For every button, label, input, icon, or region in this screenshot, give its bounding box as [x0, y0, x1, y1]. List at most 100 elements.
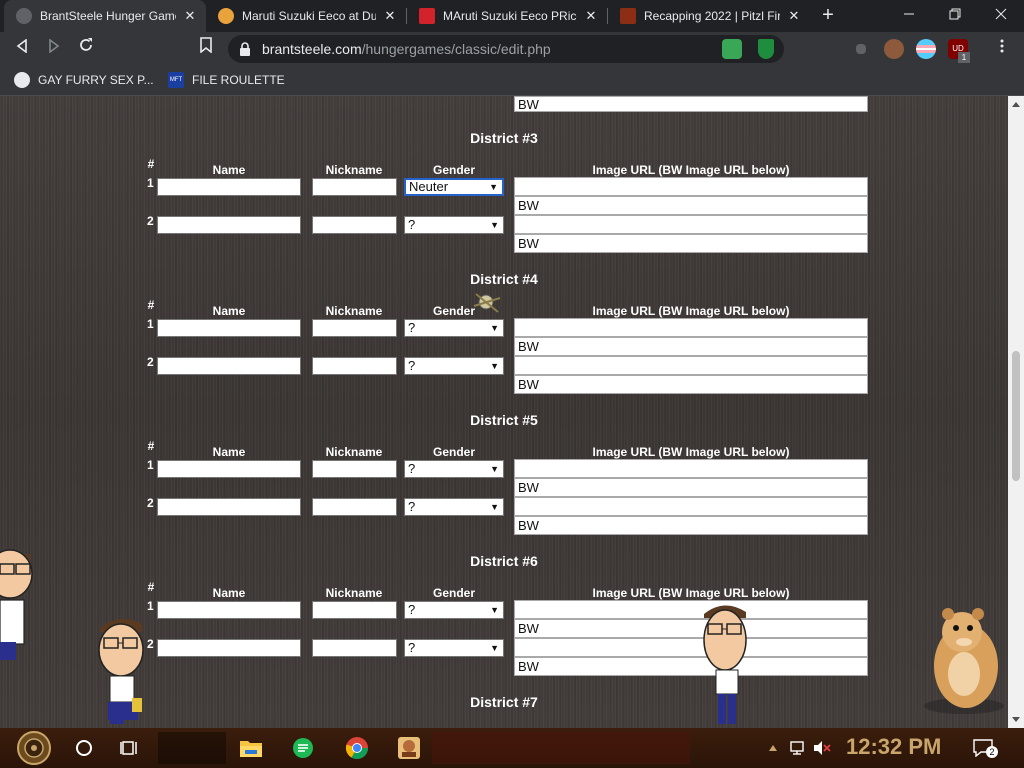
- cartoon-man-left-edge: [0, 549, 33, 660]
- close-window-button[interactable]: [978, 0, 1024, 32]
- tribute-gender-select[interactable]: ? ▼: [404, 639, 504, 657]
- image-url-input[interactable]: [514, 638, 868, 657]
- image-url-input[interactable]: [514, 356, 868, 375]
- column-header-image-url: Image URL (BW Image URL below): [592, 445, 790, 459]
- scrollbar-thumb[interactable]: [1012, 351, 1020, 481]
- image-url-bw-input[interactable]: [514, 96, 868, 112]
- profile-avatar[interactable]: [884, 39, 904, 59]
- address-bar[interactable]: brantsteele.com/hungergames/classic/edit…: [228, 35, 784, 63]
- close-tab-icon[interactable]: ✕: [786, 8, 802, 24]
- scroll-up-arrow-icon[interactable]: [1012, 102, 1020, 107]
- tribute-name-input[interactable]: [157, 639, 301, 657]
- gender-value: ?: [408, 461, 416, 476]
- extension-icon[interactable]: [856, 44, 866, 54]
- image-url-bw-input[interactable]: [514, 337, 868, 356]
- tab-maruti-price[interactable]: MAruti Suzuki Eeco PRice ✕: [407, 0, 607, 32]
- tribute-number: 1: [147, 599, 154, 613]
- tribute-name-input[interactable]: [157, 601, 301, 619]
- reload-button[interactable]: [74, 37, 98, 61]
- tribute-nickname-input[interactable]: [312, 178, 397, 196]
- tribute-gender-select[interactable]: ? ▼: [404, 498, 504, 516]
- start-button[interactable]: [12, 730, 56, 766]
- column-header-gender: Gender: [432, 163, 475, 177]
- image-url-input[interactable]: [514, 600, 868, 619]
- bookmark-gay-furry[interactable]: GAY FURRY SEX P...: [14, 72, 154, 88]
- taskbar-search-area[interactable]: [158, 732, 226, 764]
- tribute-gender-select[interactable]: ? ▼: [404, 460, 504, 478]
- forward-button[interactable]: [42, 37, 66, 61]
- tribute-nickname-input[interactable]: [312, 460, 397, 478]
- tribute-nickname-input[interactable]: [312, 216, 397, 234]
- cartoon-spider-icon: [473, 293, 501, 313]
- file-explorer-taskbar-icon[interactable]: [236, 734, 266, 762]
- bookmark-label: FILE ROULETTE: [192, 73, 285, 87]
- column-header-image-url: Image URL (BW Image URL below): [592, 163, 790, 177]
- tribute-nickname-input[interactable]: [312, 498, 397, 516]
- image-url-bw-input[interactable]: [514, 657, 868, 676]
- volume-tray-icon[interactable]: [812, 734, 832, 762]
- search-button[interactable]: [70, 734, 98, 762]
- tab-strip: BrantSteele Hunger Games ✕ Maruti Suzuki…: [0, 0, 1024, 32]
- task-view-button[interactable]: [116, 734, 144, 762]
- tab-brantsteele[interactable]: BrantSteele Hunger Games ✕: [4, 0, 206, 32]
- image-url-bw-input[interactable]: [514, 619, 868, 638]
- tribute-gender-select[interactable]: Neuter ▼: [404, 178, 504, 196]
- tab-title: Maruti Suzuki Eeco at Du: [242, 9, 376, 23]
- sheets-taskbar-icon[interactable]: [288, 734, 318, 762]
- tribute-nickname-input[interactable]: [312, 639, 397, 657]
- image-url-input[interactable]: [514, 318, 868, 337]
- tribute-name-input[interactable]: [157, 460, 301, 478]
- app-taskbar-icon[interactable]: [394, 734, 424, 762]
- image-url-bw-input[interactable]: [514, 375, 868, 394]
- taskbar-decoration: [432, 732, 690, 764]
- show-hidden-icons-button[interactable]: [766, 734, 780, 762]
- tribute-gender-select[interactable]: ? ▼: [404, 601, 504, 619]
- close-tab-icon[interactable]: ✕: [583, 8, 599, 24]
- new-tab-button[interactable]: +: [816, 4, 840, 28]
- minimize-icon: [904, 13, 914, 15]
- image-url-input[interactable]: [514, 459, 868, 478]
- column-header-nickname: Nickname: [325, 304, 383, 318]
- scroll-down-arrow-icon[interactable]: [1012, 717, 1020, 722]
- globe-icon: [16, 8, 32, 24]
- tribute-nickname-input[interactable]: [312, 357, 397, 375]
- image-url-bw-input[interactable]: [514, 478, 868, 497]
- tribute-name-input[interactable]: [157, 498, 301, 516]
- notification-count-badge: 2: [986, 746, 998, 758]
- back-button[interactable]: [10, 37, 34, 61]
- tab-recapping[interactable]: Recapping 2022 | Pitzl Fir ✕: [608, 0, 810, 32]
- chrome-taskbar-icon[interactable]: [342, 734, 372, 762]
- flag-extension-icon[interactable]: [916, 39, 936, 59]
- page-content: District #3 # Name Nickname Gender Image URL …: [0, 96, 1008, 728]
- tribute-nickname-input[interactable]: [312, 319, 397, 337]
- tribute-gender-select[interactable]: ? ▼: [404, 216, 504, 234]
- close-tab-icon[interactable]: ✕: [382, 8, 398, 24]
- bookmark-file-roulette[interactable]: MFT FILE ROULETTE: [168, 72, 285, 88]
- tribute-name-input[interactable]: [157, 319, 301, 337]
- network-tray-icon[interactable]: [788, 734, 808, 762]
- restore-button[interactable]: [932, 0, 978, 32]
- minimize-button[interactable]: [886, 0, 932, 32]
- bookmark-star-button[interactable]: [194, 37, 218, 61]
- sheets-extension-icon[interactable]: [722, 39, 742, 59]
- tribute-name-input[interactable]: [157, 178, 301, 196]
- taskbar-clock[interactable]: 12:32 PM: [846, 734, 941, 760]
- image-url-input[interactable]: [514, 177, 868, 196]
- shield-extension-icon[interactable]: [758, 39, 774, 59]
- kebab-menu-icon: [1000, 39, 1004, 53]
- tribute-gender-select[interactable]: ? ▼: [404, 357, 504, 375]
- page-scrollbar[interactable]: [1008, 96, 1024, 728]
- menu-button[interactable]: [990, 37, 1014, 61]
- image-url-bw-input[interactable]: [514, 196, 868, 215]
- tribute-nickname-input[interactable]: [312, 601, 397, 619]
- tribute-gender-select[interactable]: ? ▼: [404, 319, 504, 337]
- tab-maruti-dunia[interactable]: Maruti Suzuki Eeco at Du ✕: [206, 0, 406, 32]
- tribute-name-input[interactable]: [157, 216, 301, 234]
- image-url-bw-input[interactable]: [514, 234, 868, 253]
- tribute-name-input[interactable]: [157, 357, 301, 375]
- image-url-bw-input[interactable]: [514, 516, 868, 535]
- image-url-input[interactable]: [514, 497, 868, 516]
- gender-value: Neuter: [409, 179, 449, 194]
- close-tab-icon[interactable]: ✕: [182, 8, 198, 24]
- image-url-input[interactable]: [514, 215, 868, 234]
